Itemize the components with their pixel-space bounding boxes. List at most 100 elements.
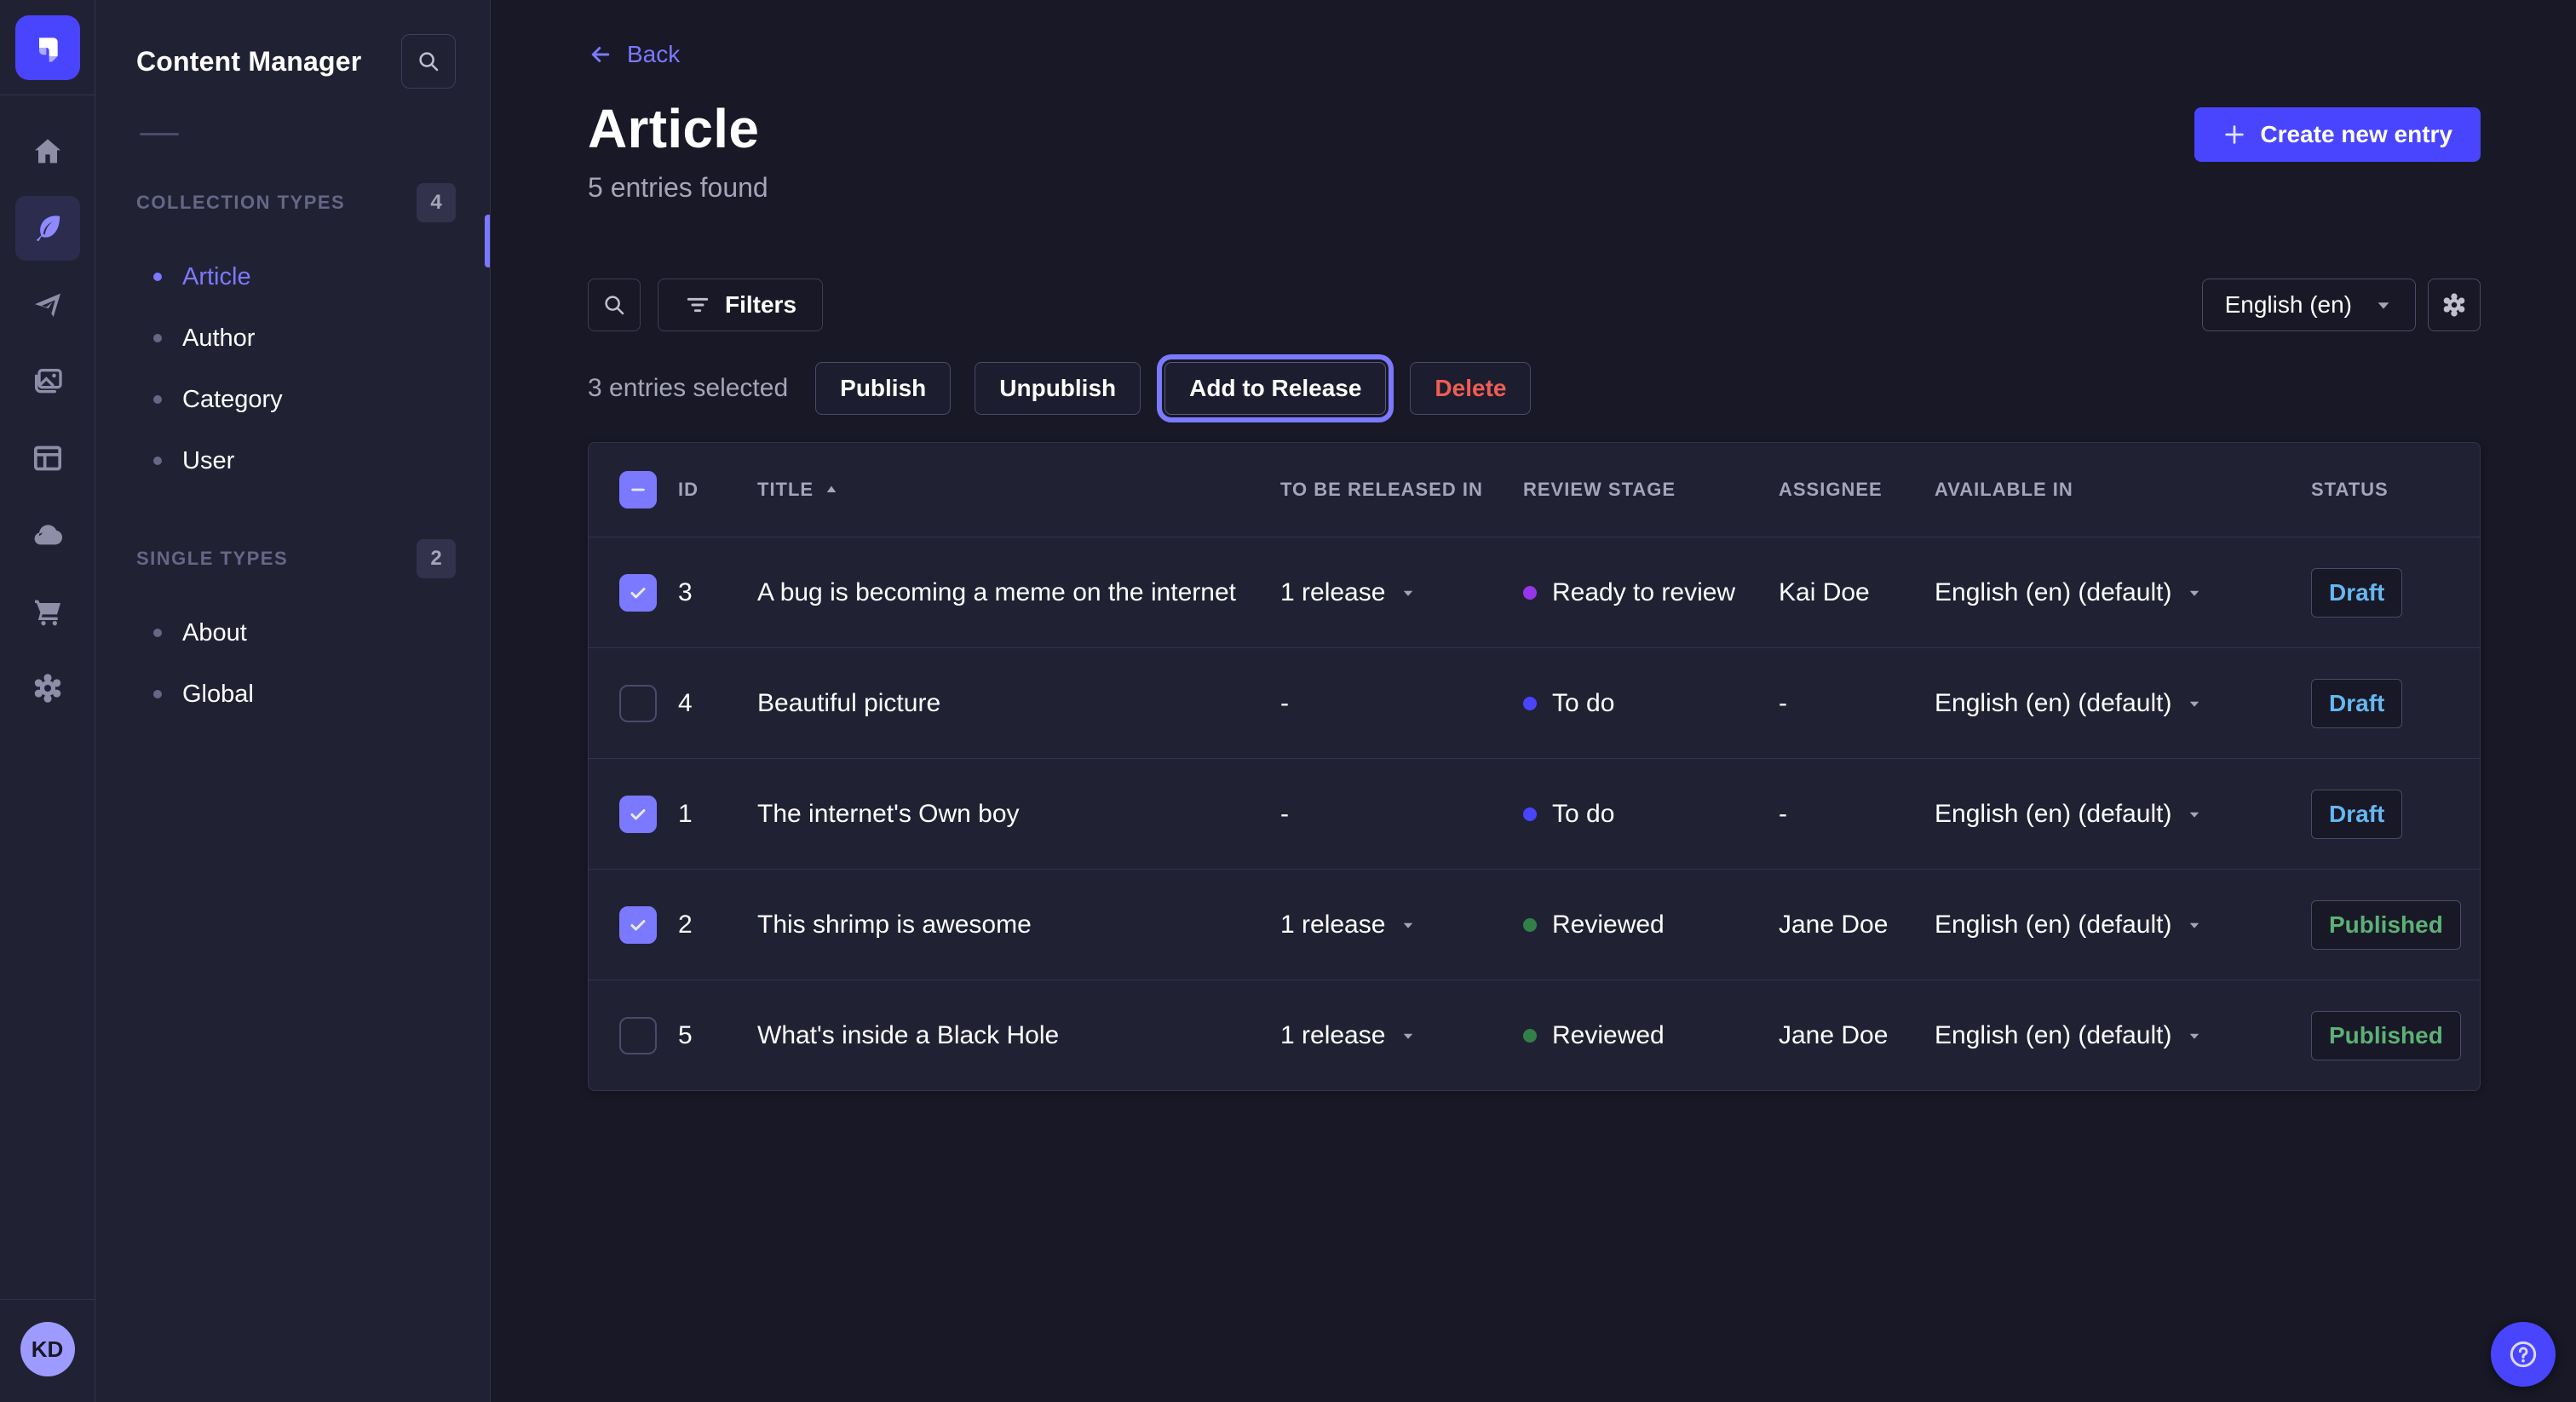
sidebar-item-about[interactable]: About	[136, 602, 490, 664]
publish-button[interactable]: Publish	[815, 362, 951, 415]
entry-title: A bug is becoming a meme on the internet	[757, 578, 1280, 607]
table-row[interactable]: 5 What's inside a Black Hole 1 release R…	[589, 980, 2480, 1090]
logo-cell	[0, 0, 95, 95]
bullet-icon	[153, 334, 162, 342]
row-checkbox[interactable]	[619, 1017, 657, 1054]
review-stage: Reviewed	[1523, 911, 1779, 939]
row-checkbox[interactable]	[619, 574, 657, 612]
releases-icon[interactable]	[15, 273, 80, 337]
release-dropdown[interactable]: 1 release	[1280, 578, 1523, 607]
media-library-icon[interactable]	[15, 349, 80, 414]
sidebar-item-category[interactable]: Category	[136, 369, 490, 430]
rail-footer: KD	[0, 1299, 95, 1402]
entry-title: This shrimp is awesome	[757, 911, 1280, 939]
single-types-count: 2	[417, 539, 456, 578]
stage-dot	[1523, 807, 1537, 821]
help-button[interactable]	[2491, 1322, 2556, 1387]
chevron-down-icon	[2187, 696, 2202, 711]
sidebar-item-article[interactable]: Article	[136, 246, 490, 307]
collection-types-count: 4	[417, 183, 456, 222]
column-header-review-stage: REVIEW STAGE	[1523, 479, 1779, 501]
sidebar-item-author[interactable]: Author	[136, 307, 490, 369]
entries-count: 5 entries found	[588, 172, 768, 204]
release-dropdown[interactable]: 1 release	[1280, 911, 1523, 939]
assignee: Kai Doe	[1779, 578, 1935, 607]
collection-types-label: COLLECTION TYPES	[136, 192, 345, 214]
view-settings-button[interactable]	[2428, 279, 2481, 331]
release-dropdown[interactable]: 1 release	[1280, 1021, 1523, 1050]
row-checkbox[interactable]	[619, 906, 657, 944]
status-badge: Published	[2311, 1011, 2461, 1060]
strapi-logo-icon[interactable]	[15, 15, 80, 80]
sidebar-item-user[interactable]: User	[136, 430, 490, 491]
row-checkbox[interactable]	[619, 796, 657, 833]
search-icon	[601, 292, 627, 318]
assignee: -	[1779, 800, 1935, 829]
search-button[interactable]	[588, 279, 641, 331]
chevron-down-icon	[2187, 1028, 2202, 1043]
entry-id: 1	[678, 800, 757, 829]
sidebar-item-label: User	[182, 447, 234, 475]
unpublish-button[interactable]: Unpublish	[975, 362, 1141, 415]
locale-dropdown[interactable]: English (en) (default)	[1935, 689, 2311, 718]
check-icon	[628, 583, 648, 603]
release-empty: -	[1280, 689, 1523, 718]
locale-dropdown[interactable]: English (en) (default)	[1935, 578, 2311, 607]
assignee: Jane Doe	[1779, 911, 1935, 939]
selection-count-text: 3 entries selected	[588, 374, 788, 403]
row-checkbox[interactable]	[619, 685, 657, 722]
entries-table: ID TITLE TO BE RELEASED IN REVIEW STAGE …	[588, 442, 2481, 1091]
entry-id: 2	[678, 911, 757, 939]
create-new-entry-button[interactable]: Create new entry	[2194, 107, 2481, 162]
table-row[interactable]: 1 The internet's Own boy - To do - Engli…	[589, 758, 2480, 869]
table-row[interactable]: 2 This shrimp is awesome 1 release Revie…	[589, 869, 2480, 980]
chevron-down-icon	[2374, 296, 2393, 314]
sidebar-item-global[interactable]: Global	[136, 664, 490, 725]
question-mark-icon	[2506, 1337, 2540, 1371]
single-types-section: SINGLE TYPES 2 About Global	[136, 539, 490, 725]
add-to-release-button[interactable]: Add to Release	[1164, 362, 1386, 415]
create-button-label: Create new entry	[2260, 121, 2452, 148]
locale-selected-value: English (en)	[2225, 291, 2352, 319]
sidebar-divider	[140, 133, 179, 135]
locale-dropdown[interactable]: English (en) (default)	[1935, 911, 2311, 939]
settings-gear-icon[interactable]	[15, 656, 80, 721]
table-row[interactable]: 4 Beautiful picture - To do - English (e…	[589, 647, 2480, 758]
content-manager-icon[interactable]	[15, 196, 80, 261]
stage-dot	[1523, 697, 1537, 710]
chevron-down-icon	[1400, 1028, 1416, 1043]
sidebar-item-label: Author	[182, 325, 255, 353]
stage-dot	[1523, 1029, 1537, 1043]
cloud-icon[interactable]	[15, 503, 80, 567]
filters-button[interactable]: Filters	[658, 279, 823, 331]
home-icon[interactable]	[15, 119, 80, 184]
bullet-icon	[153, 690, 162, 698]
chevron-down-icon	[2187, 585, 2202, 600]
table-row[interactable]: 3 A bug is becoming a meme on the intern…	[589, 537, 2480, 647]
status-badge: Draft	[2311, 679, 2402, 728]
content-manager-sidebar: Content Manager COLLECTION TYPES 4 Artic…	[95, 0, 491, 1402]
collection-types-section: COLLECTION TYPES 4 Article Author Catego…	[136, 183, 490, 491]
user-avatar[interactable]: KD	[20, 1322, 75, 1376]
column-header-title[interactable]: TITLE	[757, 479, 1280, 501]
back-label: Back	[627, 41, 680, 68]
filter-icon	[684, 291, 711, 319]
column-header-id[interactable]: ID	[678, 479, 757, 501]
column-header-assignee: ASSIGNEE	[1779, 479, 1935, 501]
back-link[interactable]: Back	[588, 41, 680, 68]
content-type-builder-icon[interactable]	[15, 426, 80, 491]
main-content: Back Article 5 entries found Create new …	[491, 0, 2576, 1402]
column-header-release: TO BE RELEASED IN	[1280, 479, 1523, 501]
check-icon	[628, 804, 648, 825]
select-all-checkbox[interactable]	[619, 471, 657, 509]
locale-select[interactable]: English (en)	[2202, 279, 2416, 331]
bullet-icon	[153, 395, 162, 404]
marketplace-cart-icon[interactable]	[15, 579, 80, 644]
locale-dropdown[interactable]: English (en) (default)	[1935, 1021, 2311, 1050]
delete-button[interactable]: Delete	[1410, 362, 1531, 415]
assignee: Jane Doe	[1779, 1021, 1935, 1050]
locale-dropdown[interactable]: English (en) (default)	[1935, 800, 2311, 829]
stage-dot	[1523, 586, 1537, 600]
sidebar-item-label: About	[182, 619, 247, 647]
sidebar-search-button[interactable]	[401, 34, 456, 89]
